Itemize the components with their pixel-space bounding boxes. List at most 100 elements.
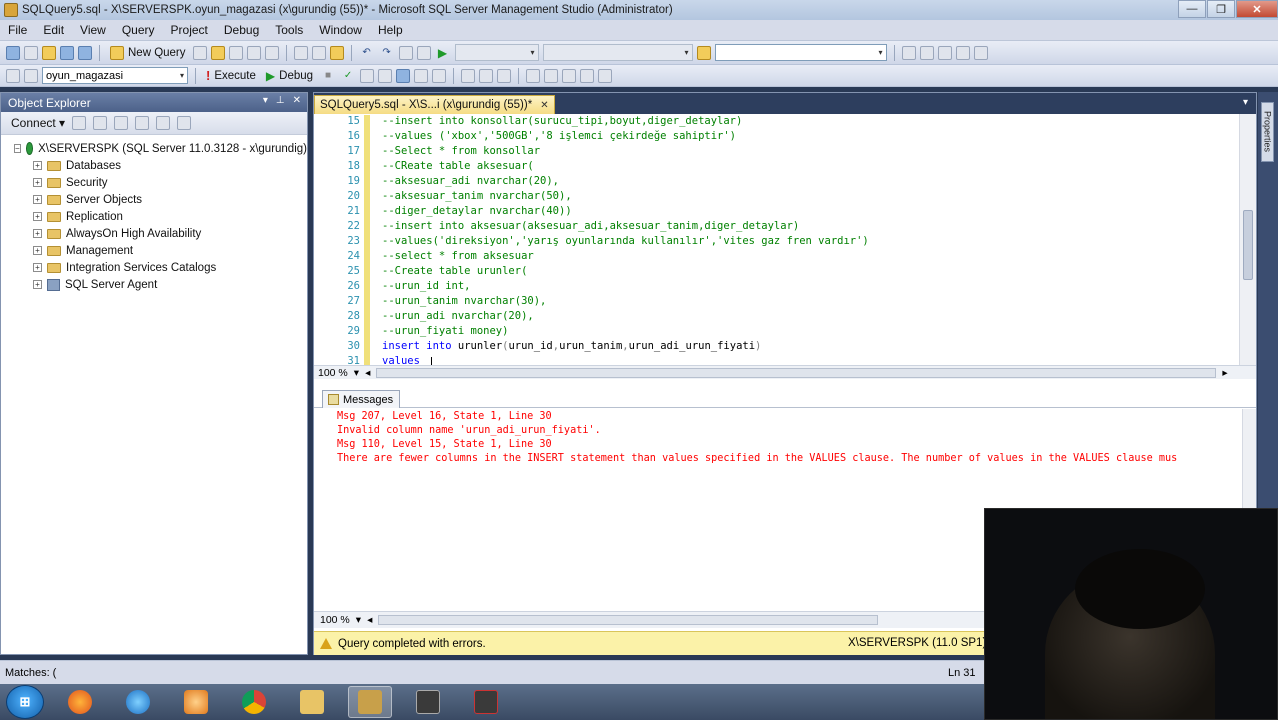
tree-node-sql-server-agent[interactable]: + SQL Server Agent	[1, 276, 307, 293]
xmla-query-icon[interactable]	[264, 45, 279, 60]
change-connection-icon[interactable]	[24, 68, 38, 83]
chevron-down-icon[interactable]: ▾	[356, 614, 361, 626]
refresh-icon[interactable]	[156, 116, 171, 130]
navigate-backward-icon[interactable]	[398, 45, 413, 60]
toolbar-options-icon[interactable]	[973, 45, 988, 60]
tree-node-server[interactable]: − X\SERVERSPK (SQL Server 11.0.3128 - x\…	[1, 140, 307, 157]
expand-icon[interactable]: +	[33, 212, 42, 221]
tree-node-management[interactable]: + Management	[1, 242, 307, 259]
query-editor[interactable]: 31 values 30 insert into urunler(urun_id, u…	[314, 114, 1256, 365]
taskbar-ie[interactable]	[116, 686, 160, 718]
window-position-icon[interactable]: ▾	[263, 95, 268, 106]
active-files-dropdown-icon[interactable]: ▾	[1243, 97, 1248, 108]
find-in-files-icon[interactable]	[696, 45, 711, 60]
pin-icon[interactable]: ⊥	[276, 95, 285, 106]
expand-icon[interactable]: +	[33, 178, 42, 187]
chevron-down-icon[interactable]: ▾	[354, 367, 359, 379]
client-statistics-icon[interactable]	[432, 68, 447, 83]
editor-vertical-scrollbar[interactable]	[1239, 114, 1256, 365]
collapse-icon[interactable]: −	[14, 144, 21, 153]
new-project-icon[interactable]	[6, 45, 20, 60]
editor-horizontal-scrollbar[interactable]	[376, 367, 1217, 378]
tab-messages[interactable]: Messages	[322, 390, 401, 408]
intellisense-icon[interactable]	[396, 68, 411, 83]
tree-node-security[interactable]: + Security	[1, 174, 307, 191]
redo-icon[interactable]: ↷	[379, 45, 395, 61]
template-explorer-icon[interactable]	[937, 45, 952, 60]
new-query-button[interactable]: New Query	[107, 45, 189, 61]
tree-node-integration-services[interactable]: + Integration Services Catalogs	[1, 259, 307, 276]
taskbar-ssms[interactable]	[348, 686, 392, 718]
activity-monitor-icon[interactable]	[177, 116, 192, 130]
comment-lines-icon[interactable]	[526, 68, 541, 83]
connect-dropdown[interactable]: Connect ▾	[11, 116, 65, 130]
connect-icon[interactable]	[6, 68, 20, 83]
solution-config-icon[interactable]	[416, 45, 431, 60]
open-file-icon[interactable]	[42, 45, 56, 60]
expand-icon[interactable]: +	[33, 161, 42, 170]
expand-icon[interactable]: +	[33, 280, 42, 289]
close-panel-icon[interactable]: ✕	[293, 95, 301, 106]
disconnect-icon[interactable]	[93, 116, 108, 130]
tab-sqlquery5[interactable]: SQLQuery5.sql - X\S...i (x\gurundig (55)…	[314, 95, 555, 114]
parse-icon[interactable]: ✓	[340, 68, 356, 84]
display-estimated-plan-icon[interactable]	[360, 68, 375, 83]
mdx-query-icon[interactable]	[228, 45, 243, 60]
paste-icon[interactable]	[329, 45, 344, 60]
cancel-query-icon[interactable]: ■	[320, 68, 336, 84]
tree-node-alwayson[interactable]: + AlwaysOn High Availability	[1, 225, 307, 242]
menu-edit[interactable]: Edit	[35, 23, 72, 37]
messages-zoom-level[interactable]: 100 %	[320, 614, 350, 626]
specify-template-values-icon[interactable]	[598, 68, 613, 83]
menu-query[interactable]: Query	[114, 23, 163, 37]
tree-node-replication[interactable]: + Replication	[1, 208, 307, 225]
properties-side-tab[interactable]: Properties	[1261, 102, 1274, 162]
close-tab-icon[interactable]: ✕	[540, 100, 548, 111]
scrollbar-thumb[interactable]	[1243, 210, 1253, 280]
filter-icon[interactable]	[135, 116, 150, 130]
dmx-query-icon[interactable]	[246, 45, 261, 60]
include-actual-plan-icon[interactable]	[414, 68, 429, 83]
menu-window[interactable]: Window	[311, 23, 370, 37]
expand-icon[interactable]: +	[33, 246, 42, 255]
add-item-icon[interactable]	[24, 45, 38, 60]
stop-icon[interactable]	[114, 116, 129, 130]
increase-indent-icon[interactable]	[580, 68, 595, 83]
database-engine-query-icon[interactable]	[192, 45, 207, 60]
scroll-left-icon[interactable]: ◂	[365, 367, 370, 379]
save-all-icon[interactable]	[78, 45, 92, 60]
results-to-file-icon[interactable]	[497, 68, 512, 83]
taskbar-app-2[interactable]	[406, 686, 450, 718]
editor-zoom-level[interactable]: 100 %	[318, 367, 348, 379]
taskbar-chrome[interactable]	[232, 686, 276, 718]
minimize-button[interactable]: —	[1178, 0, 1206, 18]
available-databases-combo[interactable]: oyun_magazasi ▾	[42, 67, 188, 84]
menu-tools[interactable]: Tools	[267, 23, 311, 37]
scroll-left-icon[interactable]: ◂	[367, 614, 372, 626]
connect-object-explorer-icon[interactable]	[72, 116, 87, 130]
menu-view[interactable]: View	[72, 23, 114, 37]
tree-node-server-objects[interactable]: + Server Objects	[1, 191, 307, 208]
menu-help[interactable]: Help	[370, 23, 411, 37]
menu-file[interactable]: File	[0, 23, 35, 37]
taskbar-explorer[interactable]	[290, 686, 334, 718]
debug-button[interactable]: ▶ Debug	[263, 68, 316, 84]
start-debugging-icon[interactable]: ▶	[435, 45, 451, 61]
close-button[interactable]: ✕	[1236, 0, 1278, 18]
uncomment-lines-icon[interactable]	[544, 68, 559, 83]
maximize-button[interactable]: ❐	[1207, 0, 1235, 18]
expand-icon[interactable]: +	[33, 195, 42, 204]
start-button[interactable]: ⊞	[6, 685, 44, 719]
scroll-right-icon[interactable]: ▸	[1222, 367, 1227, 379]
undo-icon[interactable]: ↶	[359, 45, 375, 61]
query-designer-icon[interactable]	[378, 68, 393, 83]
results-to-text-icon[interactable]	[461, 68, 476, 83]
taskbar-firefox[interactable]	[58, 686, 102, 718]
expand-icon[interactable]: +	[33, 263, 42, 272]
menu-debug[interactable]: Debug	[216, 23, 267, 37]
tree-node-databases[interactable]: + Databases	[1, 157, 307, 174]
taskbar-media-player[interactable]	[174, 686, 218, 718]
find-combo[interactable]: ▾	[714, 44, 887, 61]
analysis-query-icon[interactable]	[210, 45, 225, 60]
decrease-indent-icon[interactable]	[562, 68, 577, 83]
